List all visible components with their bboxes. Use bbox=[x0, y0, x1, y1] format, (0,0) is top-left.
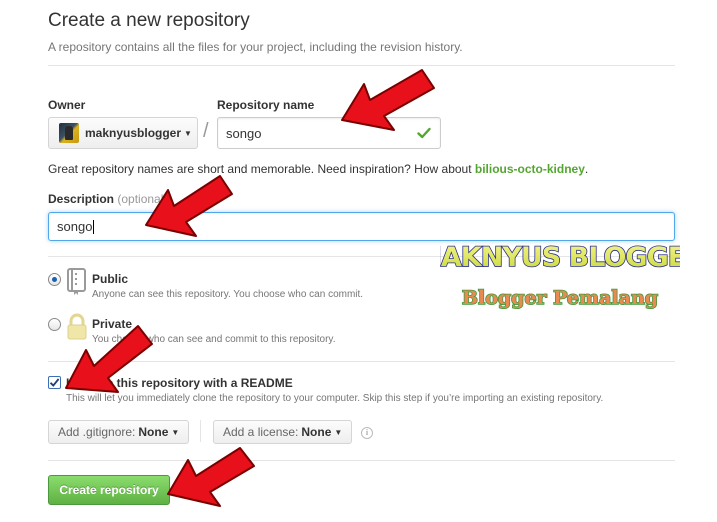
readme-checkbox[interactable] bbox=[48, 376, 61, 389]
public-radio[interactable] bbox=[48, 273, 61, 286]
repo-name-input[interactable]: songo bbox=[217, 117, 441, 149]
gitignore-dropdown[interactable]: Add .gitignore: None ▼ bbox=[48, 420, 190, 444]
owner-label: Owner bbox=[48, 98, 86, 112]
avatar bbox=[59, 123, 79, 143]
readme-label[interactable]: Initialize this repository with a README bbox=[66, 376, 293, 390]
page-title: Create a new repository bbox=[48, 10, 250, 31]
license-prefix: Add a license: bbox=[223, 425, 299, 439]
private-radio[interactable] bbox=[48, 318, 61, 331]
page-subtitle: A repository contains all the files for … bbox=[48, 40, 463, 54]
chevron-down-icon: ▼ bbox=[184, 128, 192, 138]
hint-end: . bbox=[584, 162, 589, 176]
repo-name-value: songo bbox=[226, 125, 262, 141]
license-value: None bbox=[301, 425, 332, 439]
license-dropdown[interactable]: Add a license: None ▼ bbox=[213, 420, 353, 444]
private-title: Private bbox=[92, 317, 133, 331]
hint-text: Great repository names are short and mem… bbox=[48, 162, 475, 176]
repo-name-label: Repository name bbox=[217, 98, 315, 112]
repo-icon bbox=[67, 268, 86, 295]
dropdown-separator bbox=[200, 420, 201, 442]
text-cursor bbox=[93, 219, 95, 234]
public-description: Anyone can see this repository. You choo… bbox=[92, 289, 364, 300]
divider bbox=[48, 460, 675, 461]
gitignore-prefix: Add .gitignore: bbox=[58, 425, 136, 439]
divider bbox=[48, 361, 675, 362]
gitignore-value: None bbox=[138, 425, 169, 439]
name-suggestion-link[interactable]: bilious-octo-kidney bbox=[475, 162, 585, 176]
description-value: songo bbox=[57, 219, 93, 234]
public-title: Public bbox=[92, 272, 129, 286]
watermark-title: MAKNYUS BLOGGER bbox=[440, 242, 680, 273]
owner-repo-separator: / bbox=[203, 120, 209, 142]
description-label-text: Description bbox=[48, 192, 115, 206]
red-arrow bbox=[167, 447, 255, 507]
watermark-subtitle: Blogger Pemalang bbox=[462, 287, 658, 309]
chevron-down-icon: ▼ bbox=[334, 427, 343, 437]
description-optional: (optional) bbox=[117, 192, 168, 206]
checkmark-icon bbox=[49, 378, 60, 387]
create-repository-button[interactable]: Create repository bbox=[48, 475, 170, 505]
private-description: You choose who can see and commit to thi… bbox=[92, 334, 336, 345]
lock-icon bbox=[67, 313, 87, 340]
check-icon bbox=[417, 127, 431, 139]
owner-name: maknyusblogger bbox=[85, 126, 182, 140]
divider bbox=[48, 65, 675, 66]
description-label: Description (optional) bbox=[48, 192, 167, 206]
chevron-down-icon: ▼ bbox=[171, 427, 180, 437]
info-icon[interactable]: i bbox=[361, 427, 373, 439]
owner-select-button[interactable]: maknyusblogger ▼ bbox=[48, 117, 198, 149]
watermark-logo: MAKNYUS BLOGGER Blogger Pemalang bbox=[440, 241, 680, 310]
repo-name-hint: Great repository names are short and mem… bbox=[48, 162, 588, 176]
readme-description: This will let you immediately clone the … bbox=[66, 393, 604, 404]
